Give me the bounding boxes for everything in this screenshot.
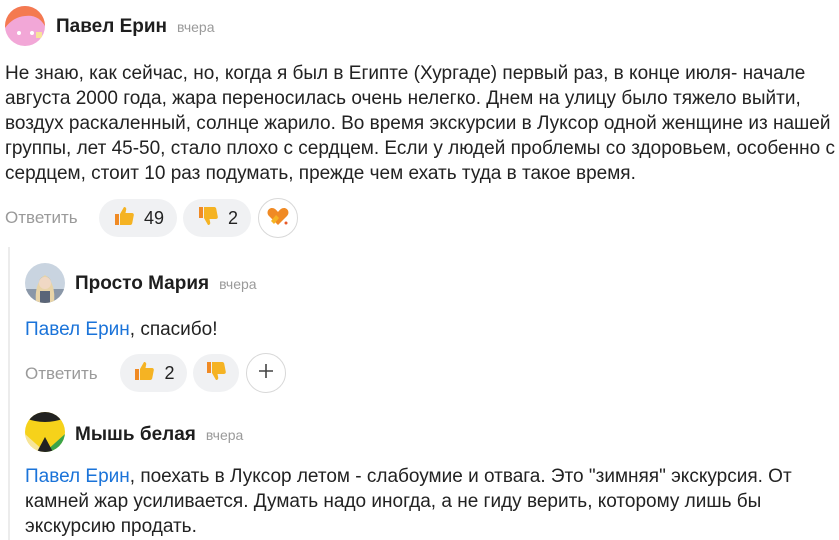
avatar-image [25, 263, 65, 303]
avatar-image [25, 412, 65, 452]
thumbs-down-icon [204, 359, 228, 388]
reply-header: Мышь белая вчера [75, 424, 243, 446]
mention-link[interactable]: Павел Ерин [25, 319, 130, 340]
dislike-button[interactable] [193, 354, 239, 392]
author-name[interactable]: Просто Мария [75, 273, 209, 295]
plus-icon [257, 362, 275, 385]
reply-text-body: , спасибо! [129, 319, 218, 340]
dislike-count: 2 [227, 207, 238, 228]
comment-header: Павел Ерин вчера [56, 16, 214, 38]
thumbs-up-icon [112, 204, 136, 233]
avatar[interactable] [25, 263, 65, 303]
thread-line [8, 247, 10, 540]
reply-text: Павел Ерин, поехать в Луксор летом - сла… [25, 464, 827, 539]
add-reaction-button[interactable] [246, 353, 286, 393]
comment-time: вчера [205, 427, 244, 443]
dislike-button[interactable]: 2 [183, 199, 251, 237]
like-count: 49 [143, 207, 165, 228]
avatar[interactable] [25, 412, 65, 452]
like-count: 2 [164, 362, 175, 383]
reply-header: Просто Мария вчера [75, 273, 257, 295]
avatar[interactable] [5, 6, 45, 46]
like-button[interactable]: 2 [120, 354, 187, 392]
reply-text: Павел Ерин, спасибо! [25, 317, 825, 342]
like-button[interactable]: 49 [99, 199, 177, 237]
reply-button[interactable]: Ответить [5, 208, 78, 228]
comment-time: вчера [219, 276, 257, 292]
reply-text-body: , поехать в Луксор летом - слабоумие и о… [25, 466, 792, 537]
thumbs-down-icon [196, 204, 220, 233]
author-name[interactable]: Павел Ерин [56, 16, 167, 38]
heart-hands-icon [265, 203, 291, 234]
comment-text: Не знаю, как сейчас, но, когда я был в Е… [5, 63, 835, 184]
reply-button[interactable]: Ответить [25, 364, 98, 384]
mention-link[interactable]: Павел Ерин [25, 466, 130, 487]
thumbs-up-icon [132, 359, 156, 388]
reaction-button[interactable] [258, 198, 298, 238]
author-name[interactable]: Мышь белая [75, 424, 196, 446]
comment-time: вчера [177, 19, 215, 35]
avatar-image [5, 6, 45, 46]
